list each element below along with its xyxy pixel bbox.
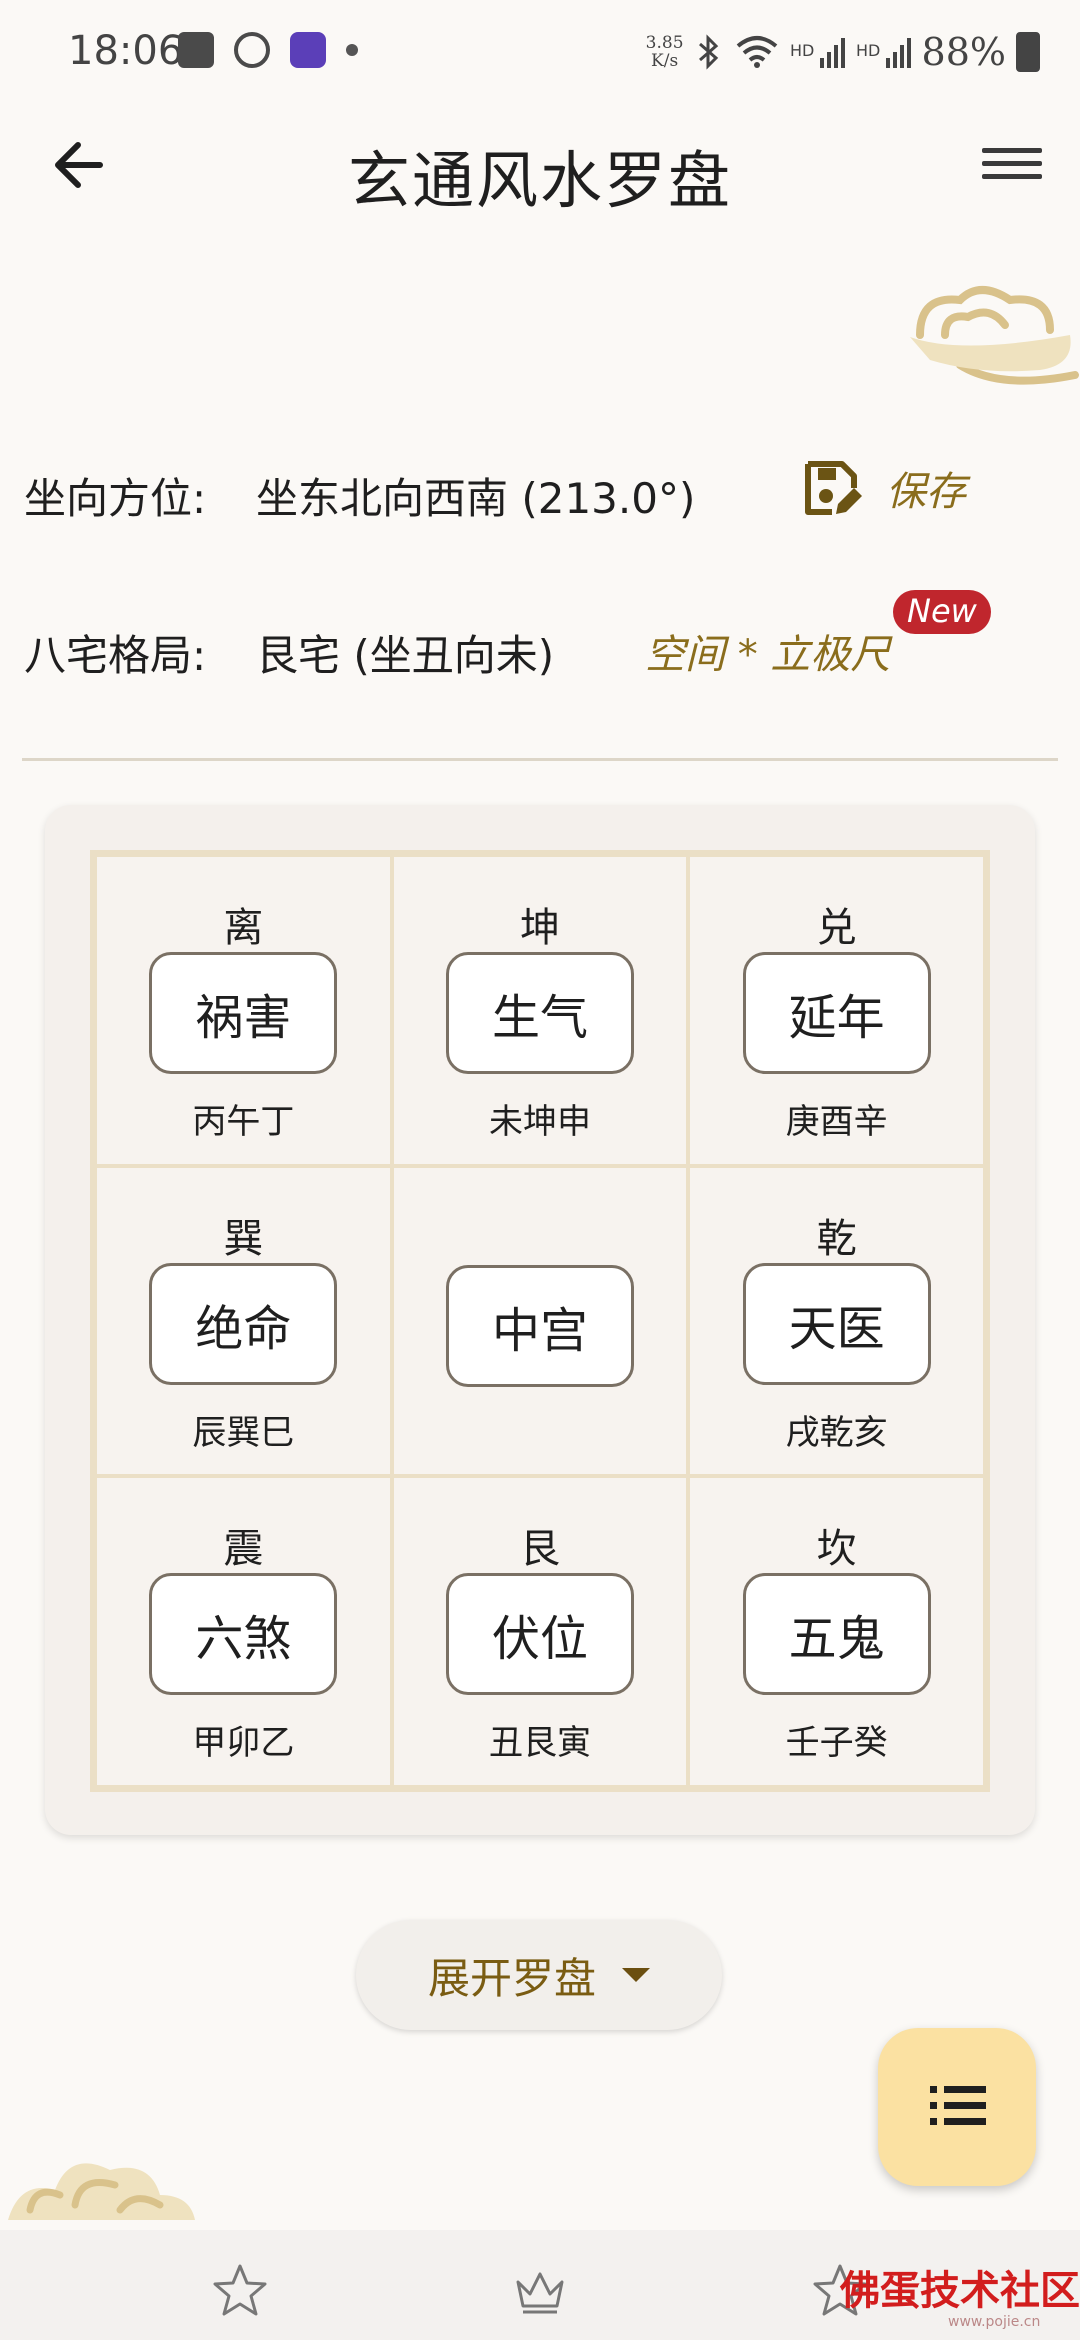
cell-trigram: 兑 xyxy=(816,905,857,951)
page-title: 玄通风水罗盘 xyxy=(347,144,732,217)
cell-trigram: 离 xyxy=(223,905,264,951)
cell-mountains: 辰巽巳 xyxy=(192,1412,295,1453)
cell-mountains: 戌乾亥 xyxy=(785,1412,888,1453)
grid-cell-kan[interactable]: 坎 五鬼 壬子癸 xyxy=(688,1476,985,1787)
cell-trigram: 坤 xyxy=(519,905,560,951)
grid-cell-qian[interactable]: 乾 天医 戌乾亥 xyxy=(688,1165,985,1477)
grid-cell-zhen[interactable]: 震 六煞 甲卯乙 xyxy=(95,1476,392,1787)
cell-mountains: 庚酉辛 xyxy=(785,1102,888,1142)
cell-star[interactable]: 生气 xyxy=(445,952,634,1074)
battery-icon xyxy=(1016,32,1040,72)
dot-icon xyxy=(346,44,358,56)
menu-icon[interactable] xyxy=(982,140,1042,190)
new-badge: New xyxy=(893,590,991,634)
app-icon xyxy=(290,32,326,68)
cell-star[interactable]: 延年 xyxy=(742,952,931,1074)
status-system-icons: 3.85 K/s HD HD 88% xyxy=(646,30,1040,74)
ruler-button[interactable]: 空间 * 立极尺 xyxy=(645,622,890,680)
cell-star[interactable]: 绝命 xyxy=(149,1262,338,1385)
watermark-url: www.pojie.cn xyxy=(948,2314,1041,2330)
cell-trigram: 震 xyxy=(223,1526,264,1573)
divider xyxy=(22,758,1058,761)
bagua-card: 离 祸害 丙午丁 坤 生气 未坤申 兑 延年 庚酉辛 巽 绝命 辰巽巳 中宫 乾… xyxy=(45,805,1035,1835)
signal-icon-2: HD xyxy=(856,38,911,68)
grid-cell-li[interactable]: 离 祸害 丙午丁 xyxy=(95,855,392,1166)
grid-cell-dui[interactable]: 兑 延年 庚酉辛 xyxy=(688,855,985,1166)
bagua-grid: 离 祸害 丙午丁 坤 生气 未坤申 兑 延年 庚酉辛 巽 绝命 辰巽巳 中宫 乾… xyxy=(90,850,990,1792)
cell-mountains: 壬子癸 xyxy=(785,1723,888,1764)
star-icon[interactable] xyxy=(210,2260,270,2320)
cell-star[interactable]: 六煞 xyxy=(149,1573,338,1696)
svg-text:HD: HD xyxy=(856,41,880,60)
cell-trigram: 巽 xyxy=(223,1215,264,1262)
grid-cell-center[interactable]: 中宫 xyxy=(391,1165,689,1477)
save-icon xyxy=(805,461,862,515)
orientation-value: 坐东北向西南 (213.0°) xyxy=(256,474,696,523)
crown-icon[interactable] xyxy=(510,2260,570,2320)
battery-percent: 88% xyxy=(921,30,1006,74)
cell-star[interactable]: 中宫 xyxy=(445,1264,634,1387)
cell-trigram: 乾 xyxy=(816,1215,857,1262)
status-bar: 18:06 3.85 K/s HD HD 88% xyxy=(0,0,1080,110)
save-label: 保存 xyxy=(886,469,966,515)
status-notification-icons xyxy=(178,32,358,68)
cell-star[interactable]: 祸害 xyxy=(149,952,338,1074)
expand-compass-button[interactable]: 展开罗盘 xyxy=(356,1920,722,2030)
caret-down-icon xyxy=(622,1968,650,1982)
svg-text:HD: HD xyxy=(790,41,814,60)
cell-trigram: 坎 xyxy=(816,1526,857,1573)
cell-star[interactable]: 五鬼 xyxy=(742,1573,931,1696)
cell-trigram: 艮 xyxy=(519,1526,560,1573)
wifi-icon xyxy=(736,36,777,68)
expand-compass-label: 展开罗盘 xyxy=(427,1953,596,2003)
cell-star[interactable]: 天医 xyxy=(742,1262,931,1385)
cloud-decoration-icon xyxy=(910,286,1079,385)
cell-mountains: 未坤申 xyxy=(488,1102,591,1142)
network-speed: 3.85 K/s xyxy=(646,34,684,70)
list-fab-button[interactable] xyxy=(878,2028,1036,2186)
network-speed-value: 3.85 xyxy=(645,33,684,53)
network-speed-unit: K/s xyxy=(651,51,679,71)
grid-cell-kun[interactable]: 坤 生气 未坤申 xyxy=(391,855,689,1166)
cell-mountains: 甲卯乙 xyxy=(192,1723,295,1764)
save-button[interactable]: 保存 xyxy=(802,458,966,518)
cell-mountains: 丑艮寅 xyxy=(488,1723,591,1764)
status-time: 18:06 xyxy=(68,28,184,74)
gallery-icon xyxy=(178,32,214,68)
grid-cell-gen[interactable]: 艮 伏位 丑艮寅 xyxy=(391,1476,689,1787)
bluetooth-icon xyxy=(698,34,718,70)
house-label: 八宅格局: xyxy=(24,631,207,680)
signal-icon: HD xyxy=(790,38,845,68)
app-bar: 玄通风水罗盘 xyxy=(0,110,1080,220)
house-value: 艮宅 (坐丑向未) xyxy=(256,631,555,680)
cell-star[interactable]: 伏位 xyxy=(445,1573,634,1696)
cell-mountains: 丙午丁 xyxy=(192,1102,295,1142)
grid-cell-xun[interactable]: 巽 绝命 辰巽巳 xyxy=(95,1165,392,1477)
orientation-label: 坐向方位: xyxy=(24,474,207,523)
watermark-text: 佛蛋技术社区 xyxy=(840,2267,1080,2314)
compass-icon xyxy=(234,32,270,68)
